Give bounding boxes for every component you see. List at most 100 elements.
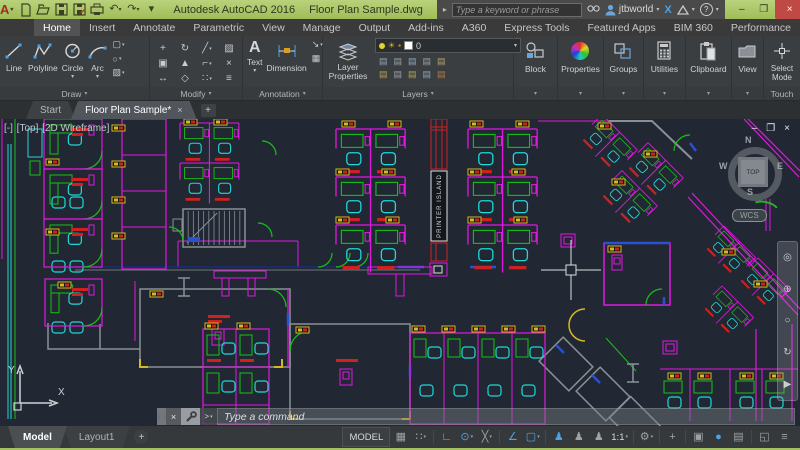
layout-tab-model[interactable]: Model (8, 426, 67, 448)
tab-manage[interactable]: Manage (294, 19, 350, 36)
tab-bim-360[interactable]: BIM 360 (665, 19, 722, 36)
undo-button[interactable]: ↶▾ (107, 2, 123, 17)
block-button[interactable]: Block (514, 36, 557, 87)
trim-tool[interactable]: ╱▾ (196, 41, 218, 56)
viewport-restore-button[interactable]: ❐ (766, 123, 775, 134)
dimension-button[interactable]: Dimension (265, 38, 309, 74)
circle-button[interactable]: Circle▾ (60, 38, 86, 81)
view-button[interactable]: View (732, 36, 763, 87)
clean-screen[interactable]: ◱ (755, 428, 774, 446)
object-snap-tracking-toggle[interactable]: ∠ (503, 428, 522, 446)
layers-panel-label[interactable]: Layers▾ (323, 87, 513, 100)
explode-tool[interactable]: × (218, 56, 240, 71)
command-line-close-button[interactable]: × (166, 408, 181, 425)
tab-home[interactable]: Home (34, 19, 80, 36)
rotate-tool[interactable]: ↻ (174, 41, 196, 56)
exchange-apps-icon[interactable]: X (664, 4, 671, 16)
annotation-visibility-toggle[interactable]: ♟ (549, 428, 568, 446)
arc-button[interactable]: Arc▾ (86, 38, 110, 81)
minimize-button[interactable]: – (731, 0, 753, 19)
panel-block-expand[interactable]: ▾ (514, 87, 557, 100)
redo-button[interactable]: ↷▾ (125, 2, 141, 17)
show-motion-tool[interactable]: ▶ (784, 379, 792, 390)
tab-featured-apps[interactable]: Featured Apps (578, 19, 664, 36)
layer-tool-b-0-button[interactable]: ▤ (379, 69, 388, 80)
line-button[interactable]: Line (2, 38, 26, 74)
mirror-tool[interactable]: ▲ (174, 56, 196, 71)
command-line-customize-button[interactable] (181, 408, 200, 425)
annotation-scale-sync[interactable]: ♟ (589, 428, 608, 446)
modify-panel-label[interactable]: Modify▾ (150, 87, 242, 100)
panel-utilities-expand[interactable]: ▾ (644, 87, 685, 100)
close-button[interactable]: × (775, 0, 800, 19)
drawing-viewport[interactable]: PRINTER ISLAND [-] [Top] [2D Wireframe] … (0, 119, 800, 426)
properties-button[interactable]: Properties (558, 36, 603, 87)
leader-tool[interactable]: ↘▾ (312, 38, 323, 51)
erase-tool[interactable]: ▨ (218, 41, 240, 56)
system-variable-monitor[interactable]: ▤ (729, 428, 748, 446)
panel-properties-expand[interactable]: ▾ (558, 87, 603, 100)
fillet-tool[interactable]: ⌐▾ (196, 56, 218, 71)
qat-customize-button[interactable]: ▾ (143, 2, 159, 17)
isolate-objects[interactable]: ▣ (689, 428, 708, 446)
annotation-scale[interactable]: 1:1▾ (609, 428, 630, 446)
groups-button[interactable]: Groups (604, 36, 643, 87)
isometric-drafting-toggle[interactable]: ╳▾ (477, 428, 496, 446)
search-icon[interactable] (587, 3, 600, 17)
layer-tool-b-1-button[interactable]: ▤ (393, 69, 402, 80)
layout-tab-layout1[interactable]: Layout1 (64, 426, 130, 448)
stretch-tool[interactable]: ↔ (152, 71, 174, 86)
new-file-button[interactable] (17, 2, 33, 17)
select-mode-button[interactable]: Select Mode (764, 36, 800, 87)
grid-display-toggle[interactable]: ∷▾ (411, 428, 430, 446)
scale-tool[interactable]: ◇ (174, 71, 196, 86)
viewcube-south[interactable]: S (747, 187, 753, 197)
a360-connect-button[interactable]: ▾ (677, 5, 695, 15)
sign-in-button[interactable]: jtbworld ▾ (605, 4, 659, 16)
annotation-autoscale-toggle[interactable]: ♟ (569, 428, 588, 446)
tab-a360[interactable]: A360 (453, 19, 496, 36)
viewcube[interactable]: N W E S TOP WCS (722, 137, 788, 229)
text-button[interactable]: AText▾ (245, 38, 265, 75)
ortho-mode-toggle[interactable]: ∟ (437, 428, 456, 446)
snap-mode-toggle[interactable]: ▦ (391, 428, 410, 446)
tab-view[interactable]: View (253, 19, 294, 36)
view-controls-menu[interactable]: [Top] (17, 123, 39, 134)
polar-tracking-toggle[interactable]: ⊙▾ (457, 428, 476, 446)
file-tab-floor-plan-sample-[interactable]: Floor Plan Sample*× (71, 101, 196, 119)
plot-button[interactable] (89, 2, 105, 17)
panel-groups-expand[interactable]: ▾ (604, 87, 643, 100)
viewport-close-button[interactable]: × (784, 123, 790, 134)
tab-annotate[interactable]: Annotate (124, 19, 184, 36)
ellipse-tool[interactable]: ○▾ (113, 52, 125, 65)
viewcube-top-face[interactable]: TOP (738, 157, 768, 187)
visual-style-controls-menu[interactable]: [2D Wireframe] (42, 123, 109, 134)
close-icon[interactable]: × (177, 105, 182, 115)
tab-insert[interactable]: Insert (80, 19, 124, 36)
polyline-button[interactable]: Polyline (26, 38, 60, 74)
recent-commands-button[interactable]: >▾ (200, 408, 217, 425)
model-space-toggle[interactable]: MODEL (342, 427, 390, 447)
layer-select-dropdown[interactable]: ☀▪0▾ (375, 38, 521, 53)
tab-output[interactable]: Output (350, 19, 400, 36)
layer-tool-4-button[interactable]: ▤ (437, 56, 446, 67)
layer-tool-1-button[interactable]: ▤ (393, 56, 402, 67)
array-tool[interactable]: ∷▾ (196, 71, 218, 86)
zoom-tool[interactable]: ○ (784, 315, 790, 326)
layer-properties-button[interactable]: Layer Properties (325, 38, 371, 83)
clipboard-button[interactable]: Clipboard (686, 36, 731, 87)
orbit-tool[interactable]: ↻ (783, 347, 791, 358)
annotation-panel-label[interactable]: Annotation▾ (243, 87, 322, 100)
draw-panel-label[interactable]: Draw▾ (0, 87, 149, 100)
save-button[interactable] (53, 2, 69, 17)
workspace-switching[interactable]: ⚙▾ (637, 428, 656, 446)
command-line-drag-handle[interactable]: ⋮⋮ (157, 408, 166, 425)
new-layout-button[interactable]: + (134, 430, 148, 444)
viewcube-west[interactable]: W (719, 161, 728, 171)
wcs-menu[interactable]: WCS (732, 209, 767, 222)
table-tool[interactable]: ▦ (312, 52, 323, 65)
graphics-performance[interactable]: ● (709, 428, 728, 446)
layer-tool-2-button[interactable]: ▤ (408, 56, 417, 67)
hatch-tool[interactable]: ▨▾ (113, 66, 125, 79)
layer-tool-b-3-button[interactable]: ▤ (423, 69, 432, 80)
